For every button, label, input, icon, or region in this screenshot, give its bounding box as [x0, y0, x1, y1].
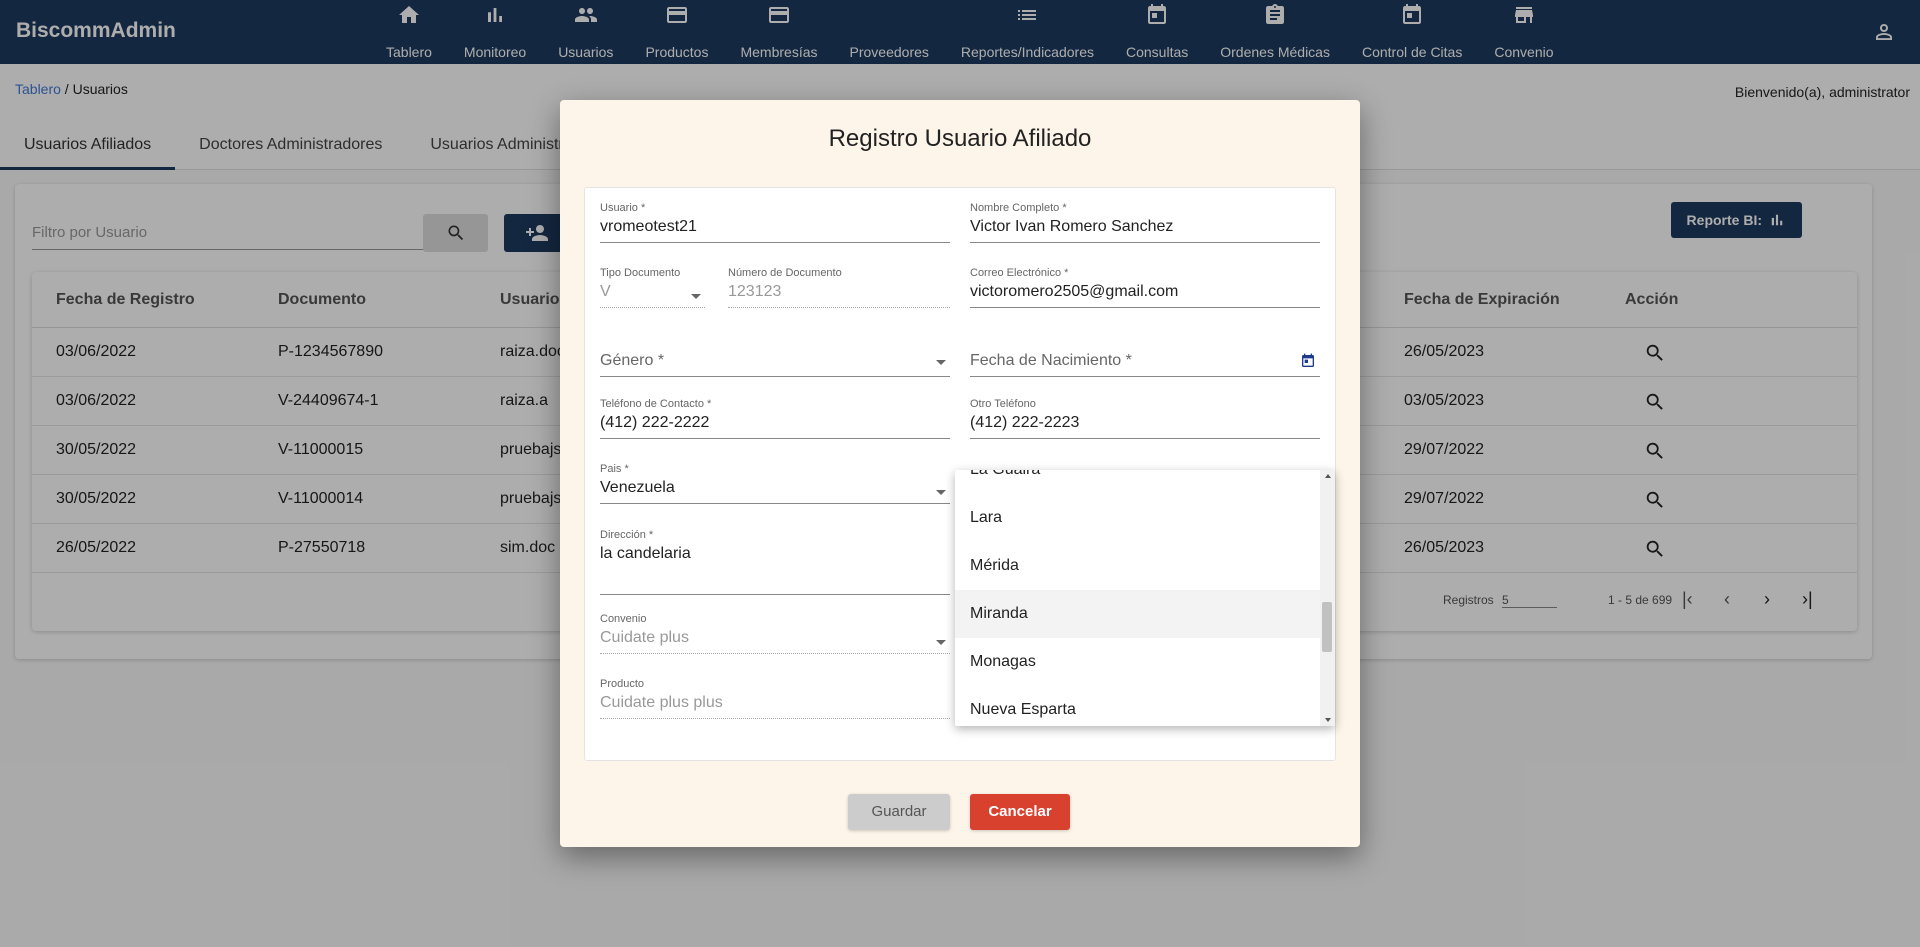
- dialog-title: Registro Usuario Afiliado: [828, 125, 1092, 152]
- fecha-nacimiento-field[interactable]: Fecha de Nacimiento *: [970, 352, 1320, 377]
- field-value: 123123: [728, 283, 950, 308]
- pais-select[interactable]: Pais * Venezuela: [600, 463, 950, 504]
- field-value[interactable]: (412) 222-2222: [600, 414, 950, 439]
- chevron-down-icon: [936, 490, 946, 495]
- field-label: Teléfono de Contacto *: [600, 398, 712, 410]
- field-value: V: [600, 283, 705, 308]
- field-label: Dirección *: [600, 529, 654, 541]
- field-label: Correo Electrónico *: [970, 267, 1069, 279]
- scroll-down-icon[interactable]: [1325, 718, 1331, 722]
- option-monagas[interactable]: Monagas: [955, 638, 1320, 686]
- chevron-down-icon: [691, 294, 701, 299]
- field-placeholder: Fecha de Nacimiento *: [970, 352, 1320, 377]
- field-label: Tipo Documento: [600, 267, 681, 279]
- save-button[interactable]: Guardar: [848, 794, 950, 830]
- nombre-completo-field[interactable]: Nombre Completo * Victor Ivan Romero San…: [970, 202, 1320, 243]
- numero-documento-field: Número de Documento 123123: [728, 267, 950, 308]
- genero-select[interactable]: Género *: [600, 352, 950, 377]
- field-value[interactable]: Victor Ivan Romero Sanchez: [970, 218, 1320, 243]
- field-label: Otro Teléfono: [970, 398, 1036, 410]
- field-placeholder: Género *: [600, 352, 950, 377]
- scroll-up-icon[interactable]: [1325, 474, 1331, 478]
- field-value[interactable]: victoromero2505@gmail.com: [970, 283, 1320, 308]
- tipo-documento-select: Tipo Documento V: [600, 267, 705, 308]
- field-label: Producto: [600, 678, 645, 690]
- option-nueva-esparta[interactable]: Nueva Esparta: [955, 686, 1320, 726]
- cancel-button[interactable]: Cancelar: [970, 794, 1070, 830]
- option-la-guaira[interactable]: La Guaira: [955, 470, 1320, 494]
- telefono-contacto-field[interactable]: Teléfono de Contacto * (412) 222-2222: [600, 398, 950, 439]
- field-value[interactable]: (412) 222-2223: [970, 414, 1320, 439]
- dropdown-scrollbar[interactable]: [1320, 470, 1335, 726]
- email-field[interactable]: Correo Electrónico * victoromero2505@gma…: [970, 267, 1320, 308]
- usuario-field[interactable]: Usuario * vromeotest21: [600, 202, 950, 243]
- field-value: Cuidate plus: [600, 629, 950, 654]
- field-value[interactable]: vromeotest21: [600, 218, 950, 243]
- producto-field: Producto Cuidate plus plus: [600, 678, 950, 719]
- field-value[interactable]: la candelaria: [600, 545, 950, 595]
- field-label: Nombre Completo *: [970, 202, 1067, 214]
- field-label: Usuario *: [600, 202, 646, 214]
- field-value[interactable]: Venezuela: [600, 479, 950, 504]
- chevron-down-icon: [936, 640, 946, 645]
- chevron-down-icon: [936, 360, 946, 365]
- option-lara[interactable]: Lara: [955, 494, 1320, 542]
- convenio-select: Convenio Cuidate plus: [600, 613, 950, 654]
- calendar-icon[interactable]: [1300, 353, 1316, 374]
- field-value: Cuidate plus plus: [600, 694, 950, 719]
- option-miranda[interactable]: Miranda: [955, 590, 1320, 638]
- scrollbar-thumb[interactable]: [1322, 602, 1332, 652]
- option-merida[interactable]: Mérida: [955, 542, 1320, 590]
- field-label: Número de Documento: [728, 267, 842, 279]
- direccion-field[interactable]: Dirección * la candelaria: [600, 529, 950, 595]
- estado-dropdown-panel: La Guaira Lara Mérida Miranda Monagas Nu…: [955, 470, 1335, 726]
- field-label: Pais *: [600, 463, 629, 475]
- otro-telefono-field[interactable]: Otro Teléfono (412) 222-2223: [970, 398, 1320, 439]
- field-label: Convenio: [600, 613, 647, 625]
